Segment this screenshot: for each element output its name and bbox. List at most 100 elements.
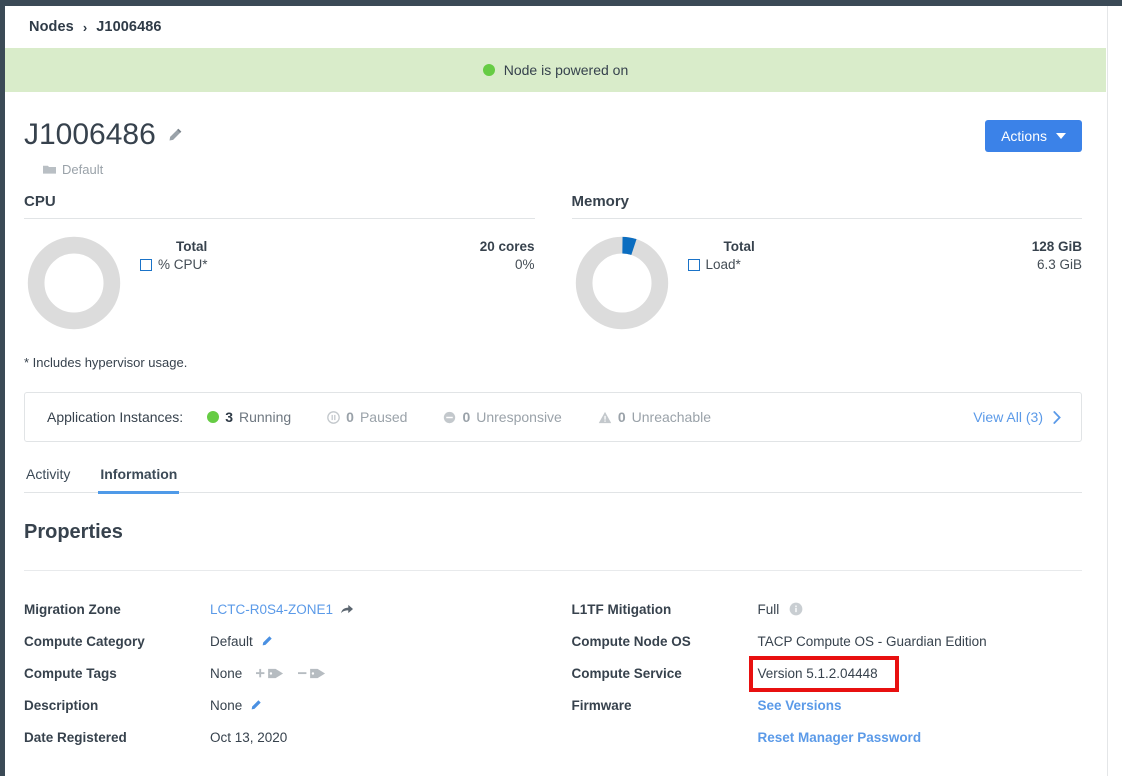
cpu-total-label: Total	[176, 239, 208, 254]
share-arrow-icon[interactable]	[340, 603, 354, 615]
node-detail-page: Nodes › J1006486 Node is powered on J100…	[0, 0, 1122, 776]
chevron-down-icon	[1056, 133, 1066, 139]
instances-unreachable-count: 0	[617, 409, 626, 425]
application-instances-label: Application Instances:	[47, 409, 184, 425]
breadcrumb: Nodes › J1006486	[5, 6, 1106, 48]
info-icon[interactable]	[789, 602, 803, 616]
status-banner: Node is powered on	[5, 48, 1106, 92]
l1tf-value: Full	[757, 601, 780, 617]
property-key: Migration Zone	[24, 601, 121, 617]
property-key: Compute Service	[571, 665, 682, 681]
compute-service-value: Version 5.1.2.04448	[757, 665, 878, 681]
memory-series-value: 6.3 GiB	[1036, 257, 1082, 272]
description-value: None	[210, 697, 243, 713]
view-all-instances-link[interactable]: View All (3)	[973, 409, 1061, 425]
instances-paused-label: Paused	[359, 409, 408, 425]
green-circle-icon	[207, 411, 220, 423]
tab-information[interactable]: Information	[98, 466, 180, 494]
instances-paused-count: 0	[346, 409, 354, 425]
property-row-migration-zone: Migration Zone LCTC-R0S4-ZONE1	[24, 593, 535, 625]
cpu-series-label: % CPU*	[158, 257, 208, 272]
metrics-section: CPU Total 20 cores % CPU* 0% Memory Tota…	[5, 177, 1106, 333]
property-row-compute-service: Compute Service Version 5.1.2.04448	[571, 655, 1083, 692]
breadcrumb-separator-icon: ›	[82, 19, 88, 35]
pencil-icon[interactable]	[260, 635, 273, 648]
instances-paused: 0 Paused	[327, 409, 407, 425]
instances-running: 3 Running	[207, 409, 291, 425]
properties-section-title: Properties	[24, 521, 123, 543]
property-key: Firmware	[571, 697, 632, 713]
instances-unresponsive: 0 Unresponsive	[443, 409, 562, 425]
property-row-compute-node-os: Compute Node OS TACP Compute OS - Guardi…	[572, 625, 1083, 657]
cpu-donut-chart	[27, 236, 121, 330]
memory-series-checkbox[interactable]	[687, 258, 700, 271]
application-instances-bar: Application Instances: 3 Running 0 Pause…	[24, 392, 1082, 442]
memory-total-value: 128 GiB	[1031, 239, 1082, 254]
property-row-reset-manager-password: Reset Manager Password	[572, 721, 1083, 753]
cpu-metric-card: CPU Total 20 cores % CPU* 0%	[24, 193, 535, 333]
property-key: Compute Category	[24, 633, 145, 649]
instances-unresponsive-label: Unresponsive	[476, 409, 562, 425]
remove-tag-icon[interactable]	[298, 666, 326, 681]
property-key: Compute Tags	[24, 665, 117, 681]
date-registered-value: Oct 13, 2020	[210, 729, 288, 745]
folder-icon	[43, 165, 56, 174]
instances-unreachable-label: Unreachable	[631, 409, 712, 425]
add-tag-icon[interactable]	[256, 666, 284, 681]
title-row: J1006486 Default Actions	[5, 92, 1106, 177]
instances-unreachable: 0 Unreachable	[598, 409, 711, 425]
cpu-series-value: 0%	[514, 257, 535, 272]
cpu-metric-title: CPU	[24, 193, 535, 219]
property-key: L1TF Mitigation	[571, 601, 672, 617]
instances-running-count: 3	[225, 409, 233, 425]
power-status-dot-icon	[482, 64, 495, 76]
memory-metric-title: Memory	[571, 193, 1082, 219]
node-group: Default	[24, 150, 183, 177]
tab-activity[interactable]: Activity	[24, 466, 72, 492]
property-row-description: Description None	[24, 689, 535, 721]
property-key: Date Registered	[24, 729, 127, 745]
vertical-scrollbar[interactable]	[1107, 6, 1122, 776]
properties-column-left: Migration Zone LCTC-R0S4-ZONE1 Compute C…	[24, 593, 535, 753]
minus-circle-icon	[444, 411, 456, 423]
property-row-l1tf-mitigation: L1TF Mitigation Full	[572, 593, 1083, 625]
actions-button[interactable]: Actions	[985, 120, 1082, 152]
memory-metric-card: Memory Total 128 GiB Load* 6.3 GiB	[571, 193, 1082, 333]
memory-donut-chart	[575, 236, 668, 330]
property-key: Compute Node OS	[571, 633, 691, 649]
property-key: Description	[24, 697, 99, 713]
view-all-label: View All (3)	[973, 409, 1043, 425]
memory-legend: Total 128 GiB Load* 6.3 GiB	[672, 233, 1082, 333]
property-row-compute-tags: Compute Tags None	[24, 657, 535, 689]
properties-column-right: L1TF Mitigation Full Compute Node OS TAC…	[572, 593, 1083, 753]
compute-tags-value: None	[210, 665, 243, 681]
migration-zone-link[interactable]: LCTC-R0S4-ZONE1	[210, 602, 333, 617]
chevron-right-icon	[1053, 410, 1061, 424]
property-row-date-registered: Date Registered Oct 13, 2020	[24, 721, 535, 753]
page-title: J1006486	[24, 120, 183, 150]
memory-total-label: Total	[723, 239, 755, 254]
see-versions-link[interactable]: See Versions	[758, 698, 842, 713]
compute-node-os-value: TACP Compute OS - Guardian Edition	[757, 633, 987, 649]
reset-manager-password-link[interactable]: Reset Manager Password	[758, 730, 922, 745]
cpu-total-value: 20 cores	[479, 239, 535, 254]
property-row-firmware: Firmware See Versions	[572, 689, 1083, 721]
memory-series-label: Load*	[705, 257, 741, 272]
cpu-series-checkbox[interactable]	[140, 258, 152, 271]
detail-tabs: Activity Information	[24, 466, 1082, 494]
instances-running-label: Running	[239, 409, 292, 425]
breadcrumb-current: J1006486	[96, 19, 162, 35]
page-content: Nodes › J1006486 Node is powered on J100…	[5, 6, 1106, 776]
pencil-icon[interactable]	[249, 699, 262, 712]
actions-button-label: Actions	[1001, 128, 1047, 144]
instances-unresponsive-count: 0	[462, 409, 471, 425]
pause-circle-icon	[327, 410, 340, 424]
node-group-label: Default	[62, 162, 104, 177]
warning-triangle-icon	[598, 411, 612, 423]
edit-name-pencil-icon[interactable]	[166, 120, 183, 150]
hypervisor-footnote: * Includes hypervisor usage.	[24, 355, 188, 370]
properties-grid: Migration Zone LCTC-R0S4-ZONE1 Compute C…	[5, 571, 1106, 753]
property-row-compute-category: Compute Category Default	[24, 625, 535, 657]
compute-category-value: Default	[210, 633, 253, 649]
breadcrumb-link-nodes[interactable]: Nodes	[29, 19, 74, 35]
